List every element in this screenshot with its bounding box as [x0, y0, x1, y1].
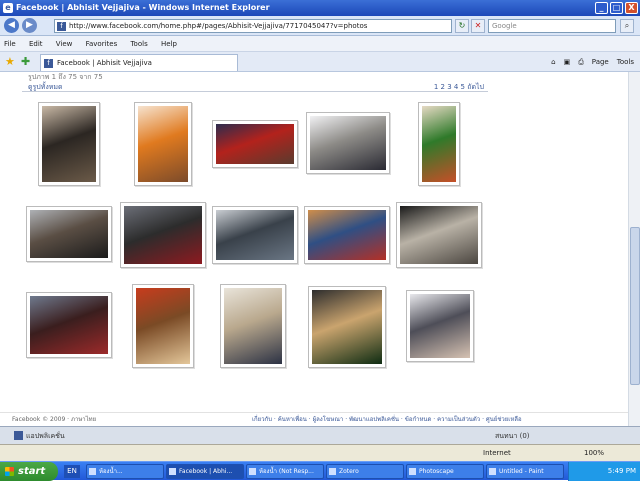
- facebook-chat-bar: แอปพลิเคชั่น สนทนา (0): [0, 426, 640, 444]
- page-footer: Facebook © 2009 · ภาษาไทย เกี่ยวกับ · ค้…: [0, 412, 628, 426]
- taskbar-item[interactable]: Zotero: [326, 464, 404, 479]
- back-button[interactable]: ◀: [4, 18, 19, 33]
- feeds-icon[interactable]: ▣: [564, 55, 571, 69]
- photo-6-image: [30, 210, 108, 258]
- photo-thumbnail[interactable]: [418, 102, 460, 186]
- photo-11-image: [30, 296, 108, 354]
- footer-copyright: Facebook © 2009 · ภาษาไทย: [12, 416, 97, 423]
- menu-file[interactable]: File: [4, 40, 16, 48]
- applications-menu[interactable]: แอปพลิเคชั่น: [14, 431, 65, 442]
- chat-online-button[interactable]: สนทนา (0): [495, 431, 530, 442]
- facebook-favicon-icon: f: [57, 22, 66, 31]
- photo-5-image: [422, 106, 456, 182]
- minimize-button[interactable]: _: [595, 2, 608, 14]
- menu-bar: File Edit View Favorites Tools Help: [0, 36, 640, 52]
- tab-facebook[interactable]: f Facebook | Abhisit Vejjajiva: [40, 54, 238, 71]
- menu-edit[interactable]: Edit: [29, 40, 43, 48]
- photo-7-image: [124, 206, 202, 264]
- menu-help[interactable]: Help: [161, 40, 177, 48]
- zoom-level[interactable]: 100%: [584, 445, 604, 461]
- internet-explorer-icon: e: [3, 3, 13, 13]
- search-icon[interactable]: ⌕: [620, 19, 634, 33]
- facebook-favicon-icon: f: [44, 59, 53, 68]
- vertical-scrollbar[interactable]: [628, 72, 640, 426]
- home-icon[interactable]: ⌂: [551, 55, 555, 69]
- tab-row: ★ ✚ f Facebook | Abhisit Vejjajiva ⌂ ▣ ⎙…: [0, 52, 640, 72]
- tools-menu[interactable]: Tools: [617, 55, 634, 69]
- language-indicator[interactable]: EN: [64, 465, 80, 478]
- window-title: Facebook | Abhisit Vejjajiva - Windows I…: [16, 3, 270, 12]
- photo-thumbnail[interactable]: [306, 112, 390, 174]
- taskbar: start EN ห้องน้ำ... Facebook | Abhi... ห…: [0, 461, 640, 481]
- address-url: http://www.facebook.com/home.php#/pages/…: [69, 22, 368, 30]
- photo-thumbnail[interactable]: [26, 292, 112, 358]
- photo-thumbnail[interactable]: [132, 284, 194, 368]
- photo-thumbnail[interactable]: [406, 290, 474, 362]
- photo-thumbnail[interactable]: [396, 202, 482, 268]
- clock: 5:49 PM: [607, 467, 636, 475]
- search-input[interactable]: Google: [488, 19, 616, 33]
- favorites-star-icon[interactable]: ★: [5, 55, 15, 68]
- photo-9-image: [308, 210, 386, 260]
- tab-label: Facebook | Abhisit Vejjajiva: [57, 59, 152, 67]
- photo-13-image: [224, 288, 282, 364]
- photo-1-image: [42, 106, 96, 182]
- system-tray: 5:49 PM: [568, 462, 640, 481]
- page-menu[interactable]: Page: [592, 55, 609, 69]
- photo-thumbnail[interactable]: [212, 120, 298, 168]
- status-bar: Internet 100%: [0, 444, 640, 461]
- photo-thumbnail[interactable]: [304, 206, 390, 264]
- photo-thumbnail[interactable]: [220, 284, 286, 368]
- maximize-button[interactable]: □: [610, 2, 623, 14]
- photo-thumbnail[interactable]: [38, 102, 100, 186]
- photo-15-image: [410, 294, 470, 358]
- taskbar-item[interactable]: Facebook | Abhi...: [166, 464, 244, 479]
- photo-thumbnail[interactable]: [134, 102, 192, 186]
- photo-thumbnail[interactable]: [212, 206, 298, 264]
- close-button[interactable]: X: [625, 2, 638, 14]
- photo-thumbnail[interactable]: [26, 206, 112, 262]
- scrollbar-thumb[interactable]: [630, 227, 640, 385]
- menu-favorites[interactable]: Favorites: [86, 40, 118, 48]
- taskbar-item[interactable]: ห้องน้ำ (Not Resp...: [246, 464, 324, 479]
- add-favorite-icon[interactable]: ✚: [21, 55, 30, 68]
- photo-8-image: [216, 210, 294, 260]
- photo-3-image: [216, 124, 294, 164]
- address-row: ◀ ▶ f http://www.facebook.com/home.php#/…: [0, 16, 640, 36]
- refresh-icon[interactable]: ↻: [455, 19, 469, 33]
- taskbar-item[interactable]: ห้องน้ำ...: [86, 464, 164, 479]
- photo-4-image: [310, 116, 386, 170]
- photo-10-image: [400, 206, 478, 264]
- start-button[interactable]: start: [0, 462, 58, 481]
- stop-icon[interactable]: ✕: [471, 19, 485, 33]
- photo-14-image: [312, 290, 382, 364]
- footer-links[interactable]: เกี่ยวกับ · ค้นหาเพื่อน · ผู้ลงโฆษณา · พ…: [252, 413, 522, 426]
- photo-12-image: [136, 288, 190, 364]
- page-content: รูปภาพ 1 ถึง 75 จาก 75 ดูรูปทั้งหมด 1 2 …: [0, 72, 628, 426]
- forward-button[interactable]: ▶: [22, 18, 37, 33]
- taskbar-item[interactable]: Untitled - Paint: [486, 464, 564, 479]
- menu-view[interactable]: View: [56, 40, 73, 48]
- photo-2-image: [138, 106, 188, 182]
- divider: [22, 91, 488, 92]
- photo-thumbnail[interactable]: [308, 286, 386, 368]
- address-bar[interactable]: f http://www.facebook.com/home.php#/page…: [54, 19, 452, 33]
- photo-thumbnail[interactable]: [120, 202, 206, 268]
- print-icon[interactable]: ⎙: [578, 55, 584, 69]
- photo-grid: [22, 96, 488, 374]
- menu-tools[interactable]: Tools: [130, 40, 147, 48]
- internet-zone: Internet: [483, 449, 511, 457]
- taskbar-item[interactable]: Photoscape: [406, 464, 484, 479]
- window-titlebar: e Facebook | Abhisit Vejjajiva - Windows…: [0, 0, 640, 16]
